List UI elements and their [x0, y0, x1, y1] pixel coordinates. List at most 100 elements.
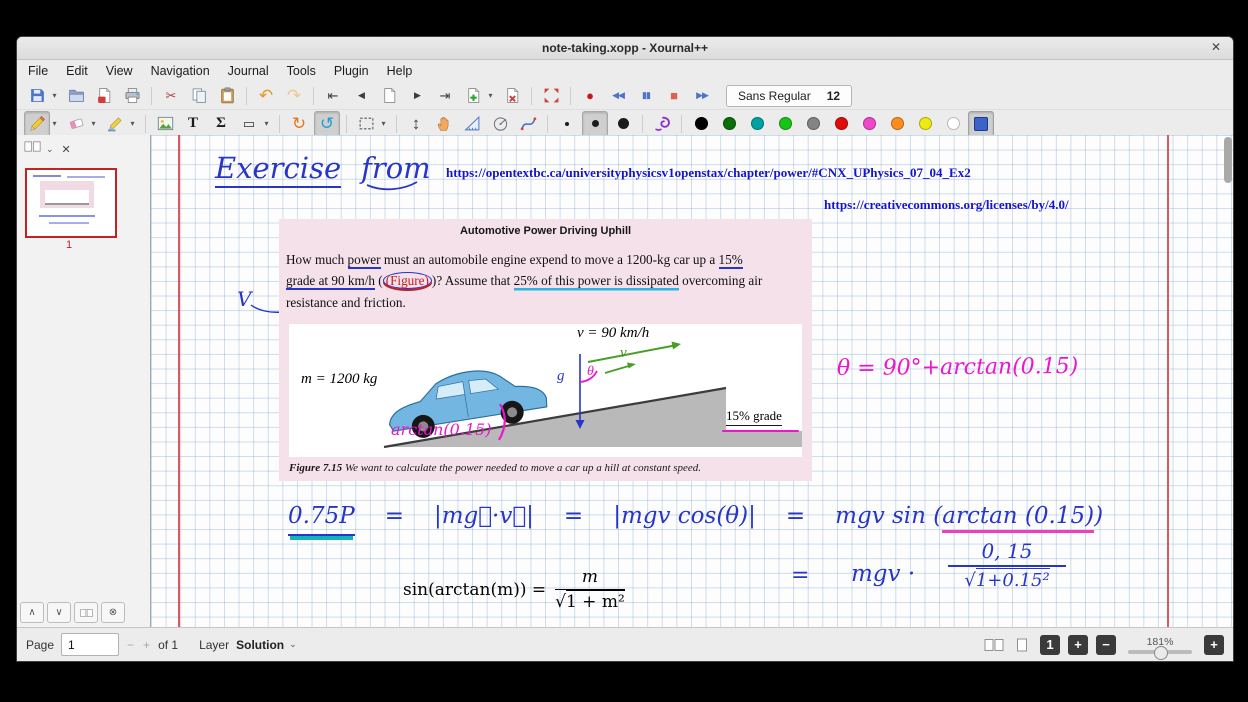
figure-caption: Figure 7.15 We want to calculate the pow… [289, 462, 701, 474]
toolbar-separator [246, 87, 247, 105]
menu-journal[interactable]: Journal [219, 61, 278, 81]
forward-audio-button[interactable]: ▶▶ [689, 83, 715, 109]
new-page-menu-button[interactable]: ▾ [484, 83, 497, 109]
next-page-button[interactable]: ▶ [404, 83, 430, 109]
thickness-medium-icon [592, 120, 599, 127]
color-black-button[interactable] [688, 111, 714, 137]
color-teal-button[interactable] [744, 111, 770, 137]
save-button[interactable] [24, 83, 50, 109]
fill-tool-button[interactable] [649, 111, 675, 137]
sidebar-close-button[interactable]: ⊗ [101, 602, 125, 623]
stop-audio-button[interactable]: ■ [661, 83, 687, 109]
spline-tool-button[interactable] [515, 111, 541, 137]
print-button[interactable] [119, 83, 145, 109]
zoom-100-button[interactable]: 1 [1040, 635, 1060, 655]
hand-tool-button[interactable] [431, 111, 457, 137]
select-menu-button[interactable]: ▾ [377, 111, 390, 137]
page-number-input[interactable] [61, 633, 119, 656]
previous-page-icon: ◀ [358, 91, 364, 100]
zoom-fit-button[interactable]: + [1204, 635, 1224, 655]
color-magenta-button[interactable] [856, 111, 882, 137]
pen-tool-button[interactable] [24, 111, 50, 137]
pen-menu-button[interactable]: ▾ [48, 111, 61, 137]
menu-navigation[interactable]: Navigation [142, 61, 219, 81]
menu-tools[interactable]: Tools [278, 61, 325, 81]
tex-tool-button[interactable]: Σ [208, 111, 234, 137]
page-thumbnail[interactable] [25, 168, 117, 238]
default-tool-button[interactable]: ↺ [314, 111, 340, 137]
vertical-scrollbar[interactable] [1224, 137, 1232, 626]
sidebar-detach-button[interactable] [74, 602, 98, 623]
shape-tool-button[interactable]: ▭ [236, 111, 262, 137]
shape-menu-icon: ▾ [264, 120, 268, 128]
zoom-out-button[interactable]: − [1096, 635, 1116, 655]
shape-menu-button[interactable]: ▾ [260, 111, 273, 137]
highlighter-menu-button[interactable]: ▾ [126, 111, 139, 137]
paste-button[interactable] [214, 83, 240, 109]
eraser-menu-button[interactable]: ▾ [87, 111, 100, 137]
color-dark-green-button[interactable] [716, 111, 742, 137]
zoom-slider-thumb[interactable] [1154, 646, 1168, 660]
shape-recognizer-tool-button[interactable]: ↻ [286, 111, 312, 137]
redo-button[interactable]: ↷ [281, 83, 307, 109]
select-rect-tool-button[interactable] [353, 111, 379, 137]
first-page-button[interactable]: ⇤ [320, 83, 346, 109]
problem-statement-card: Automotive Power Driving Uphill How much… [279, 219, 812, 481]
dual-page-view-button[interactable] [984, 638, 1004, 652]
open-button[interactable] [63, 83, 89, 109]
export-file-button[interactable] [91, 83, 117, 109]
save-menu-button[interactable]: ▾ [48, 83, 61, 109]
menu-help[interactable]: Help [378, 61, 422, 81]
color-orange-button[interactable] [884, 111, 910, 137]
font-selector-button[interactable]: Sans Regular 12 [726, 85, 852, 107]
zoom-in-button[interactable]: + [1068, 635, 1088, 655]
rewind-audio-button[interactable]: ◀◀ [605, 83, 631, 109]
thickness-medium-button[interactable] [582, 111, 608, 137]
color-blue-button[interactable] [968, 111, 994, 137]
menu-file[interactable]: File [19, 61, 57, 81]
color-white-button[interactable] [940, 111, 966, 137]
highlighter-tool-button[interactable] [102, 111, 128, 137]
record-audio-button[interactable]: ● [577, 83, 603, 109]
menu-plugin[interactable]: Plugin [325, 61, 378, 81]
zoom-slider[interactable] [1128, 650, 1192, 654]
color-red-button[interactable] [828, 111, 854, 137]
image-tool-button[interactable] [152, 111, 178, 137]
copy-button[interactable] [186, 83, 212, 109]
single-page-view-button[interactable] [1012, 638, 1032, 652]
sidebar-up-button[interactable]: ∧ [20, 602, 44, 623]
fullscreen-button[interactable] [538, 83, 564, 109]
menu-view[interactable]: View [97, 61, 142, 81]
menu-edit[interactable]: Edit [57, 61, 97, 81]
page-decrement-button[interactable]: − [126, 638, 135, 652]
eraser-tool-button[interactable] [63, 111, 89, 137]
previous-page-button[interactable]: ◀ [348, 83, 374, 109]
text-tool-button[interactable]: T [180, 111, 206, 137]
preview-pane-menu-button[interactable]: ⌄ [46, 144, 54, 155]
compass-tool-button[interactable] [487, 111, 513, 137]
current-page-button[interactable] [376, 83, 402, 109]
layer-select[interactable]: Solution ⌄ [236, 638, 297, 652]
figure-velocity-label: v = 90 km/h [577, 325, 649, 342]
last-page-button[interactable]: ⇥ [432, 83, 458, 109]
undo-button[interactable]: ↶ [253, 83, 279, 109]
thickness-thick-button[interactable] [610, 111, 636, 137]
preview-pane-close-button[interactable]: ✕ [62, 143, 71, 156]
new-page-button[interactable] [460, 83, 486, 109]
pause-audio-button[interactable]: ▮▮ [633, 83, 659, 109]
scrollbar-thumb[interactable] [1224, 137, 1232, 183]
ruler-tool-button[interactable] [459, 111, 485, 137]
color-green-button[interactable] [772, 111, 798, 137]
drawing-canvas[interactable]: Exercisefrom https://opentextbc.ca/unive… [151, 135, 1233, 628]
sidebar-down-button[interactable]: ∨ [47, 602, 71, 623]
cut-button[interactable]: ✂ [158, 83, 184, 109]
thickness-fine-button[interactable] [554, 111, 580, 137]
color-gray-button[interactable] [800, 111, 826, 137]
page-increment-button[interactable]: + [142, 638, 151, 652]
color-yellow-button[interactable] [912, 111, 938, 137]
vertical-space-tool-button[interactable]: ↕ [403, 111, 429, 137]
delete-page-button[interactable] [499, 83, 525, 109]
title-bar[interactable]: note-taking.xopp - Xournal++ ✕ [17, 37, 1233, 60]
status-bar: Page − + of 1 Layer Solution ⌄ 1 + − 181… [17, 627, 1233, 661]
window-close-button[interactable]: ✕ [1211, 40, 1221, 54]
